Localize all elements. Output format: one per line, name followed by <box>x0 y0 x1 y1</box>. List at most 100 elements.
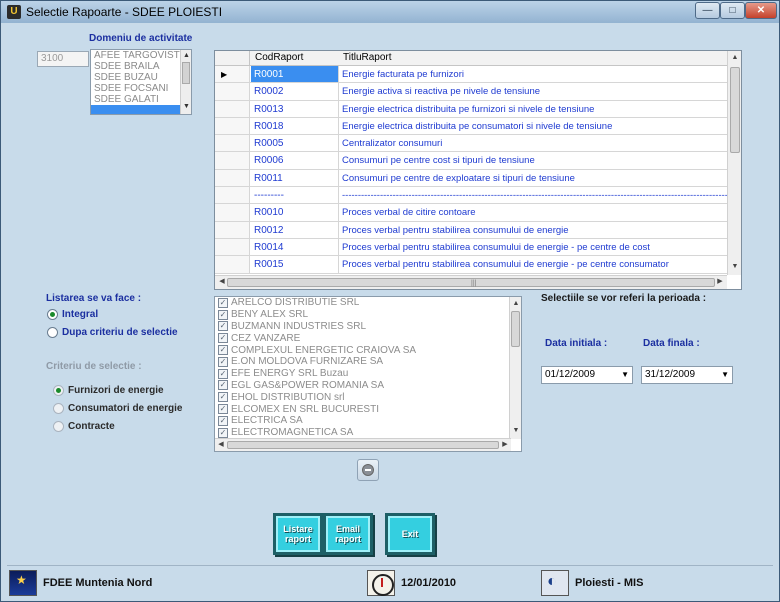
dropdown-arrow-icon[interactable]: ▼ <box>621 367 629 383</box>
table-row[interactable]: --------- -------------------------------… <box>215 187 741 205</box>
dropdown-arrow-icon[interactable]: ▼ <box>721 367 729 383</box>
stop-button[interactable] <box>357 459 379 481</box>
radio-button[interactable] <box>53 420 64 432</box>
scroll-thumb[interactable] <box>182 62 190 84</box>
checkbox-checked-icon[interactable]: ✓ <box>218 356 228 367</box>
report-code-cell[interactable]: R0013 <box>251 100 339 117</box>
checkbox-checked-icon[interactable]: ✓ <box>218 368 228 379</box>
report-code-cell[interactable]: R0006 <box>251 152 339 169</box>
radio-button[interactable] <box>53 402 64 414</box>
scroll-up-icon[interactable]: ▲ <box>182 51 191 60</box>
table-row[interactable]: R0005 Centralizator consumuri <box>215 135 727 153</box>
scroll-thumb[interactable]: ||| <box>227 278 715 287</box>
row-selector[interactable] <box>215 135 250 152</box>
domain-code-field[interactable]: 3100 <box>37 51 89 67</box>
report-code-cell[interactable]: R0012 <box>251 221 339 238</box>
table-row[interactable]: ▶ R0001 Energie facturata pe furnizori <box>215 66 727 84</box>
table-row[interactable]: R0010 Proces verbal de citire contoare <box>215 204 727 222</box>
radio-contracts[interactable]: Contracte <box>53 419 115 433</box>
checkbox-checked-icon[interactable]: ✓ <box>218 297 228 308</box>
list-report-button[interactable]: Listare raport <box>273 513 323 555</box>
supplier-list-item[interactable]: ✓ COMPLEXUL ENERGETIC CRAIOVA SA <box>215 344 521 356</box>
domain-listbox[interactable]: AFEE TARGOVIST SDEE BRAILA SDEE BUZAU SDEE … <box>90 49 192 115</box>
table-row[interactable]: R0006 Consumuri pe centre cost si tipuri … <box>215 152 727 170</box>
table-row[interactable]: R0012 Proces verbal pentru stabilirea con… <box>215 221 727 239</box>
row-selector[interactable] <box>215 100 250 117</box>
report-title-cell[interactable]: Proces verbal de citire contoare <box>340 204 476 220</box>
checkbox-checked-icon[interactable]: ✓ <box>218 321 228 332</box>
radio-consumers[interactable]: Consumatori de energie <box>53 401 182 415</box>
checkbox-checked-icon[interactable]: ✓ <box>218 380 228 391</box>
table-row[interactable]: R0013 Energie electrica distribuita pe fu… <box>215 100 727 118</box>
supplier-list-item[interactable]: ✓ BENY ALEX SRL <box>215 309 521 321</box>
supplier-checklist[interactable]: ✓ ARELCO DISTRIBUTIE SRL ✓ BENY ALEX SRL ✓ BU… <box>214 296 522 452</box>
checkbox-checked-icon[interactable]: ✓ <box>218 404 228 415</box>
scroll-right-icon[interactable]: ▶ <box>715 277 725 287</box>
row-selector[interactable] <box>215 83 250 100</box>
checkbox-checked-icon[interactable]: ✓ <box>218 309 228 320</box>
supplier-list-item[interactable]: ✓ EGL GAS&POWER ROMANIA SA <box>215 380 521 392</box>
scroll-thumb[interactable] <box>227 441 499 449</box>
domain-list-item[interactable]: SDEE GALATI <box>91 94 191 105</box>
report-code-cell[interactable]: R0014 <box>251 238 339 256</box>
report-title-cell[interactable]: Energie facturata pe furnizori <box>340 66 464 82</box>
table-row[interactable]: R0002 Energie activa si reactiva pe nivel… <box>215 83 727 101</box>
report-title-cell[interactable]: Proces verbal pentru stabilirea consumul… <box>340 222 569 238</box>
checkbox-checked-icon[interactable]: ✓ <box>218 345 228 356</box>
report-code-cell[interactable]: --------- <box>251 187 339 204</box>
row-selector[interactable] <box>215 238 250 256</box>
checkbox-checked-icon[interactable]: ✓ <box>218 392 228 403</box>
report-code-cell[interactable]: R0015 <box>251 256 339 273</box>
checklist-horizontal-scrollbar[interactable]: ◀ ▶ <box>215 438 511 451</box>
report-title-cell[interactable]: Consumuri pe centre de exploatare si tip… <box>340 170 575 186</box>
domain-list-item[interactable]: SDEE BUZAU <box>91 72 191 83</box>
column-header-title[interactable]: TitluRaport <box>343 52 392 63</box>
row-selector[interactable] <box>215 152 250 169</box>
scroll-up-icon[interactable]: ▲ <box>730 53 740 63</box>
supplier-list-item[interactable]: ✓ ELCOMEX EN SRL BUCURESTI <box>215 403 521 415</box>
end-date-picker[interactable]: 31/12/2009 ▼ <box>641 366 733 384</box>
checklist-vertical-scrollbar[interactable]: ▲ ▼ <box>509 297 521 439</box>
scroll-thumb[interactable] <box>730 67 740 153</box>
radio-integral[interactable]: Integral <box>47 307 98 321</box>
radio-button-selected[interactable] <box>53 384 64 396</box>
close-button[interactable]: ✕ <box>745 2 777 19</box>
row-selector[interactable] <box>215 256 250 273</box>
row-selector[interactable] <box>215 117 250 135</box>
email-report-button[interactable]: Email raport <box>323 513 373 555</box>
row-selector[interactable] <box>215 169 250 187</box>
checkbox-checked-icon[interactable]: ✓ <box>218 415 228 426</box>
supplier-list-item[interactable]: ✓ EFE ENERGY SRL Buzau <box>215 368 521 380</box>
scroll-thumb[interactable] <box>511 311 520 347</box>
checkbox-checked-icon[interactable]: ✓ <box>218 427 228 438</box>
domain-list-item[interactable]: SDEE FOCSANI <box>91 83 191 94</box>
current-row-arrow-icon[interactable]: ▶ <box>215 66 250 83</box>
scroll-left-icon[interactable]: ◀ <box>217 277 227 287</box>
table-row[interactable]: R0018 Energie electrica distribuita pe co… <box>215 117 727 136</box>
row-selector[interactable] <box>215 204 250 221</box>
table-row[interactable]: R0011 Consumuri pe centre de exploatare s… <box>215 169 727 188</box>
maximize-button[interactable]: □ <box>720 2 745 19</box>
domain-list-item[interactable]: AFEE TARGOVIST <box>91 50 191 61</box>
supplier-list-item[interactable]: ✓ ELECTROMAGNETICA SA <box>215 427 521 439</box>
start-date-picker[interactable]: 01/12/2009 ▼ <box>541 366 633 384</box>
report-code-cell[interactable]: R0002 <box>251 83 339 100</box>
supplier-list-item[interactable]: ✓ EHOL DISTRIBUTION srl <box>215 391 521 403</box>
minimize-button[interactable]: — <box>695 2 720 19</box>
report-code-cell[interactable]: R0005 <box>251 135 339 152</box>
scroll-left-icon[interactable]: ◀ <box>216 440 226 450</box>
supplier-list-item[interactable]: ✓ E.ON MOLDOVA FURNIZARE SA <box>215 356 521 368</box>
table-row[interactable]: R0015 Proces verbal pentru stabilirea con… <box>215 256 727 274</box>
scroll-down-icon[interactable]: ▼ <box>730 262 740 272</box>
radio-button-selected[interactable] <box>47 308 58 320</box>
report-code-cell[interactable]: R0010 <box>251 204 339 221</box>
report-title-cell[interactable]: Centralizator consumuri <box>340 135 442 151</box>
exit-button[interactable]: Exit <box>385 513 435 555</box>
supplier-list-item[interactable]: ✓ ELECTRICA SA <box>215 415 521 427</box>
report-code-cell[interactable]: R0018 <box>251 117 339 135</box>
report-code-cell[interactable]: R0001 <box>251 66 339 83</box>
supplier-list-item[interactable]: ✓ BUZMANN INDUSTRIES SRL <box>215 321 521 333</box>
grid-horizontal-scrollbar[interactable]: ◀ ||| ▶ <box>215 275 727 289</box>
row-selector[interactable] <box>215 221 250 238</box>
radio-suppliers[interactable]: Furnizori de energie <box>53 383 164 397</box>
